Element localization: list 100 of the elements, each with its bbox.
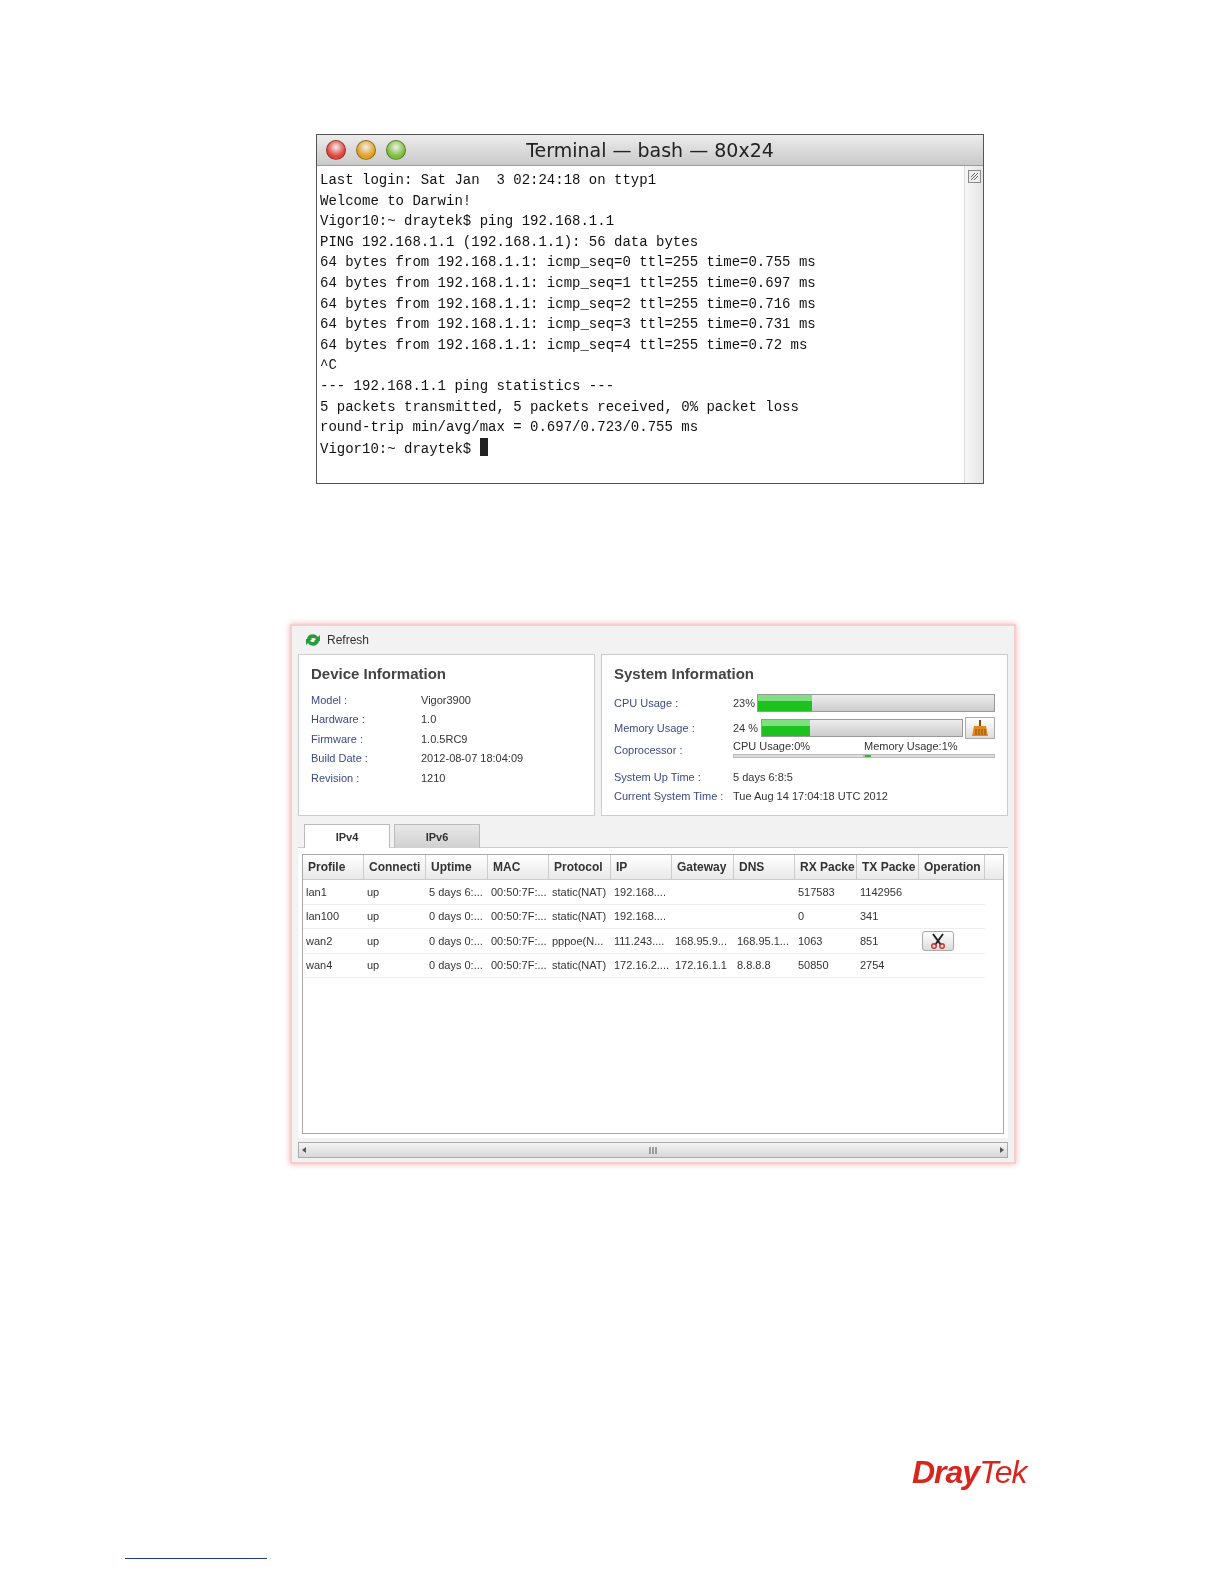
field-value: 2012-08-07 18:04:09 (421, 752, 524, 765)
coprocessor-memory-text: Memory Usage:1% (864, 740, 958, 753)
column-header[interactable]: IP (611, 855, 672, 879)
terminal-line: 5 packets transmitted, 5 packets received, 0% packet loss (320, 397, 800, 417)
broom-icon (971, 719, 989, 736)
clean-button[interactable] (965, 716, 995, 739)
table-cell-text: 50850 (797, 958, 830, 974)
table-cell-text: lan1 (305, 884, 328, 900)
table-cell-text: 1142956 (859, 884, 903, 900)
field-label: CPU Usage : (614, 696, 680, 709)
table-cell-text: up (366, 958, 381, 974)
zoom-button[interactable] (386, 140, 406, 160)
field-value: 1.0 (421, 713, 437, 726)
table-cell-text: 0 days 0:... (428, 933, 484, 949)
grip-icon (648, 1146, 658, 1154)
horizontal-scrollbar[interactable] (298, 1142, 1008, 1158)
column-header[interactable]: DNS (734, 855, 795, 879)
terminal-line: 64 bytes from 192.168.1.1: icmp_seq=2 ttl=255 time=0.716 ms (320, 294, 817, 314)
table-cell-text: 111.243.... (613, 933, 666, 949)
text-cursor (479, 437, 488, 456)
table-cell-text: 168.95.1... (736, 933, 790, 949)
table-cell-text: static(NAT) (551, 884, 608, 900)
usage-reading: 23% (733, 696, 757, 709)
field-value: 1.0.5RC9 (421, 732, 468, 745)
terminal-line: 64 bytes from 192.168.1.1: icmp_seq=4 ttl=255 time=0.72 ms (320, 335, 809, 355)
tab[interactable]: IPv4 (304, 824, 390, 848)
table-cell-text: wan4 (305, 958, 334, 974)
table-cell-text: 0 days 0:... (428, 958, 484, 974)
column-header[interactable]: Protocol (549, 855, 611, 879)
tab[interactable]: IPv6 (394, 824, 480, 848)
terminal-line: 64 bytes from 192.168.1.1: icmp_seq=3 ttl=255 time=0.731 ms (320, 315, 817, 335)
field-value: 5 days 6:8:5 (733, 770, 793, 783)
table-cell-text: 341 (859, 909, 880, 925)
coprocessor-cpu-text: CPU Usage:0% (733, 740, 812, 753)
table-cell-text: 00:50:7F:... (490, 909, 548, 925)
refresh-button[interactable]: Refresh (304, 633, 370, 647)
field-label: Model : (311, 693, 349, 706)
column-header[interactable]: TX Packe (857, 855, 919, 879)
terminal-line: Last login: Sat Jan 3 02:24:18 on ttyp1 (320, 171, 658, 190)
close-button[interactable] (326, 140, 346, 160)
field-label: Revision : (311, 771, 361, 784)
brand-logo: DrayTek (912, 1454, 1027, 1491)
field-value: Vigor3900 (421, 693, 471, 706)
table-cell-text: 0 (797, 909, 806, 925)
terminal-line: PING 192.168.1.1 (192.168.1.1): 56 data bytes (320, 232, 700, 252)
column-header[interactable]: RX Packe (795, 855, 857, 879)
table-cell-text: 851 (859, 933, 880, 949)
field-label: Coprocessor : (614, 744, 684, 757)
column-header[interactable]: Profile (303, 855, 364, 879)
field-label: Current System Time : (614, 789, 725, 802)
minimize-button[interactable] (356, 140, 376, 160)
panel-title: System Information (614, 665, 756, 682)
table-cell-text: lan100 (305, 909, 341, 925)
table-cell-text: 5 days 6:... (428, 884, 484, 900)
table-cell-text: static(NAT) (551, 909, 608, 925)
table-cell-text: 1063 (797, 933, 824, 949)
table-cell-text: 192.168.... (613, 909, 667, 925)
table-cell-text: 192.168.... (613, 884, 667, 900)
table-cell-text: static(NAT) (551, 958, 608, 974)
resize-icon[interactable] (967, 170, 981, 183)
scrollbar[interactable] (964, 166, 983, 483)
field-value: 1210 (421, 771, 446, 784)
table-cell-text: up (366, 933, 381, 949)
field-label: System Up Time : (614, 770, 702, 783)
field-label: Build Date : (311, 752, 369, 765)
table-cell-text: 2754 (859, 958, 886, 974)
column-header[interactable]: Operation (919, 855, 985, 879)
refresh-icon (304, 633, 322, 647)
usage-reading: 24 % (733, 721, 760, 734)
window-title: Terminal — bash — 80x24 (526, 139, 774, 161)
terminal-line: 64 bytes from 192.168.1.1: icmp_seq=1 ttl=255 time=0.697 ms (320, 273, 817, 293)
scissors-icon (930, 932, 946, 949)
table-cell-text: up (366, 909, 381, 925)
terminal-line: Vigor10:~ draytek$ ping 192.168.1.1 (320, 212, 616, 232)
terminal-line: Welcome to Darwin! (320, 191, 473, 211)
terminal-line: round-trip min/avg/max = 0.697/0.723/0.755 ms (320, 418, 700, 438)
table-cell-text: 00:50:7F:... (490, 884, 548, 900)
terminal-line: --- 192.168.1.1 ping statistics --- (320, 376, 616, 396)
table-cell-text: 8.8.8.8 (736, 958, 772, 974)
column-header[interactable]: MAC (488, 855, 549, 879)
table-cell-text: up (366, 884, 381, 900)
field-label: Firmware : (311, 732, 364, 745)
panel-title: Device Information (311, 665, 448, 682)
table-cell-text: 517583 (797, 884, 836, 900)
column-header[interactable]: Uptime (426, 855, 488, 879)
column-header[interactable]: Gateway (672, 855, 734, 879)
table-cell-text: pppoe(N... (551, 933, 605, 949)
field-value: Tue Aug 14 17:04:18 UTC 2012 (733, 789, 888, 802)
column-header[interactable]: Connecti (364, 855, 426, 879)
table-cell-text: 172.16.2.... (613, 958, 671, 974)
terminal-line: 64 bytes from 192.168.1.1: icmp_seq=0 ttl=255 time=0.755 ms (320, 253, 817, 273)
disconnect-button[interactable] (922, 930, 954, 951)
terminal-prompt: Vigor10:~ draytek$ (320, 437, 961, 460)
terminal-line: ^C (320, 356, 338, 376)
table-cell-text: 00:50:7F:... (490, 933, 548, 949)
table-cell-text: 00:50:7F:... (490, 958, 548, 974)
table-cell-text: wan2 (305, 933, 334, 949)
table-cell-text: 0 days 0:... (428, 909, 484, 925)
table-cell-text: 168.95.9... (674, 933, 728, 949)
table-cell-text: 172.16.1.1 (674, 958, 728, 974)
